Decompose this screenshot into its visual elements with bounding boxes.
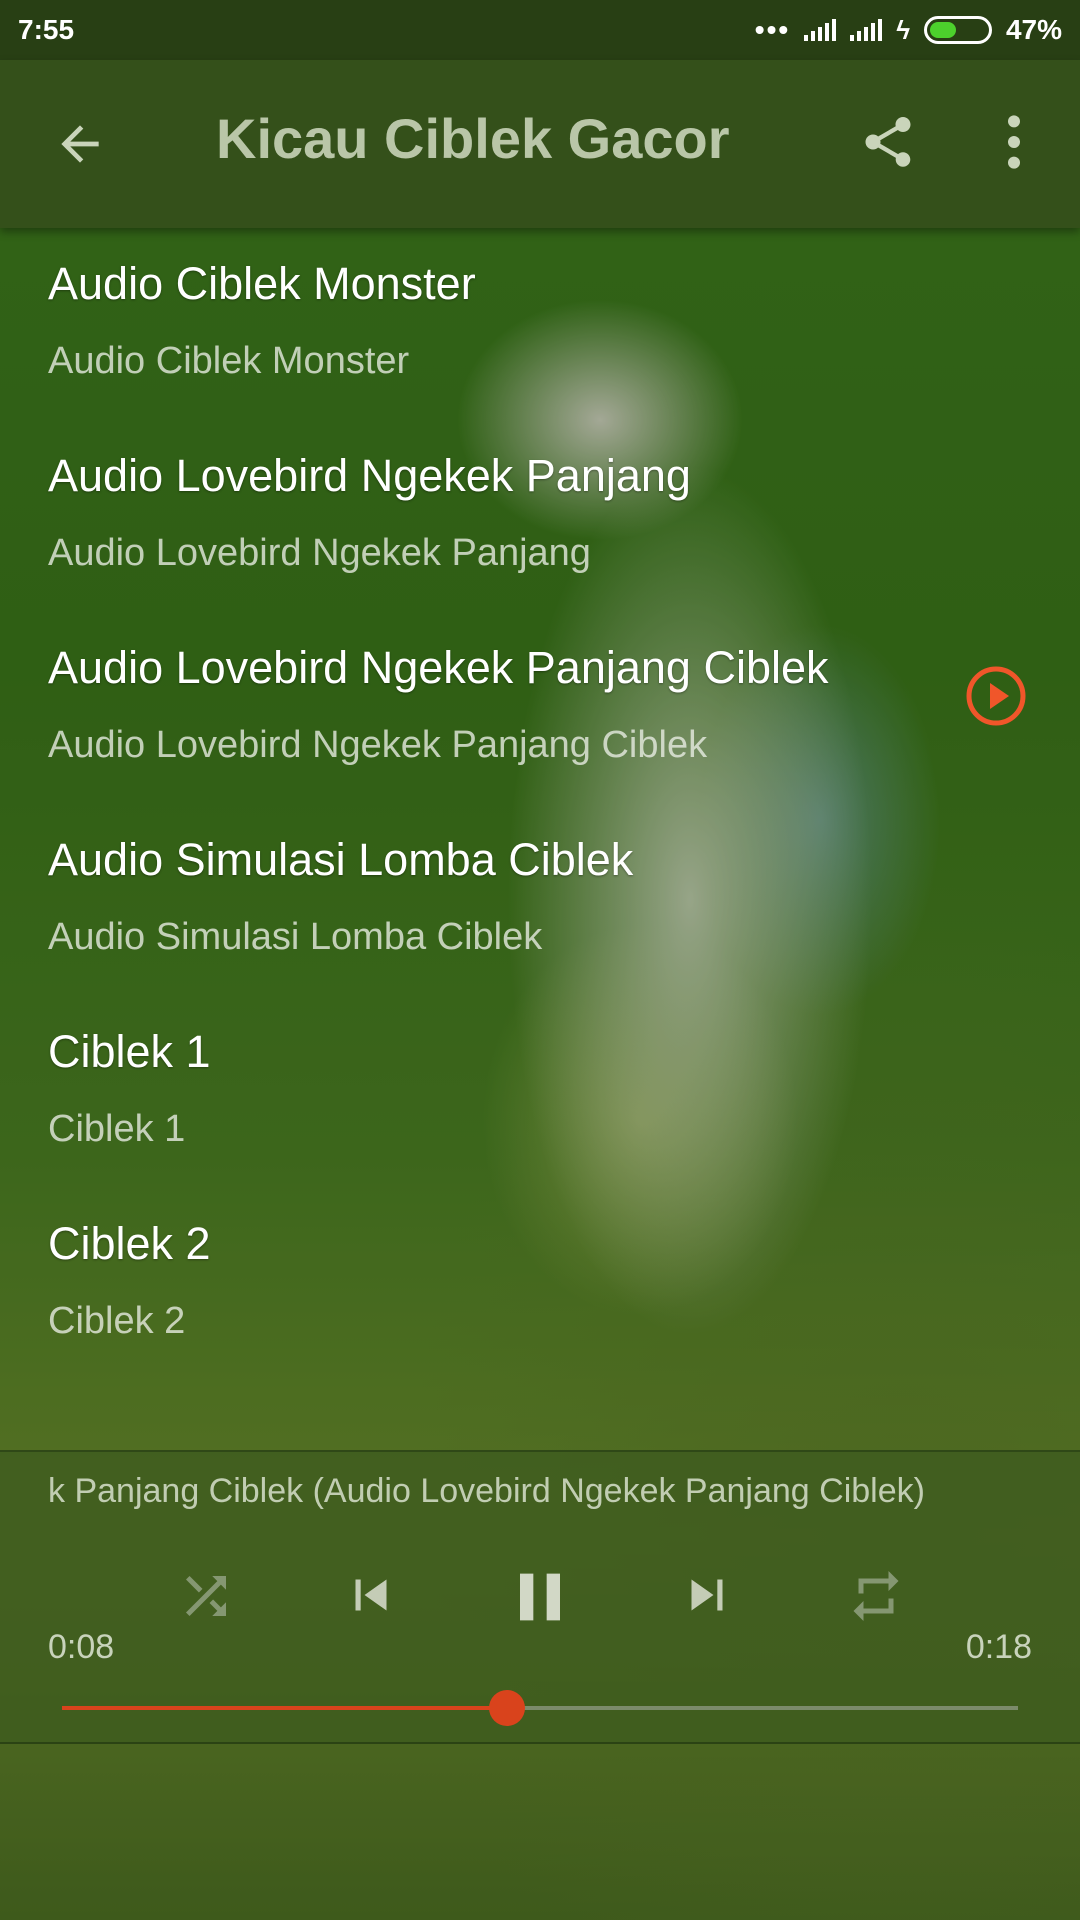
seek-bar[interactable]: [62, 1690, 1018, 1726]
skip-next-icon[interactable]: [676, 1562, 738, 1628]
repeat-icon[interactable]: [846, 1566, 906, 1626]
list-item[interactable]: Audio Lovebird Ngekek Panjang Audio Love…: [0, 420, 1080, 612]
track-list: Audio Ciblek Monster Audio Ciblek Monste…: [0, 228, 1080, 1380]
list-item[interactable]: Ciblek 2 Ciblek 2: [0, 1188, 1080, 1380]
list-item[interactable]: Audio Ciblek Monster Audio Ciblek Monste…: [0, 228, 1080, 420]
battery-icon: [923, 16, 992, 44]
now-playing-icon: [966, 666, 1026, 726]
signal-icon: [804, 19, 837, 41]
list-item[interactable]: Audio Lovebird Ngekek Panjang Ciblek Aud…: [0, 612, 1080, 804]
battery-percent: 47%: [1005, 14, 1062, 45]
player-panel: k Panjang Ciblek (Audio Lovebird Ngekek …: [0, 1450, 1080, 1744]
track-title: Audio Simulasi Lomba Ciblek: [48, 834, 634, 885]
shuffle-icon[interactable]: [176, 1566, 236, 1626]
seek-progress: [62, 1706, 508, 1710]
track-title: Ciblek 1: [48, 1026, 211, 1077]
track-subtitle: Ciblek 2: [48, 1300, 186, 1342]
battery-level: [929, 22, 957, 38]
status-bar: 7:55 ••• ϟ 47%: [0, 0, 1080, 60]
more-dots-icon: •••: [754, 14, 791, 45]
track-title: Audio Ciblek Monster: [48, 258, 476, 309]
more-vert-icon[interactable]: [996, 112, 1032, 172]
track-title: Ciblek 2: [48, 1218, 211, 1269]
track-subtitle: Audio Lovebird Ngekek Panjang: [48, 532, 591, 574]
status-time: 7:55: [18, 14, 75, 45]
track-subtitle: Ciblek 1: [48, 1108, 186, 1150]
app-bar: Kicau Ciblek Gacor: [0, 60, 1080, 228]
track-subtitle: Audio Ciblek Monster: [48, 340, 410, 382]
skip-previous-icon[interactable]: [340, 1562, 402, 1628]
page-title: Kicau Ciblek Gacor: [216, 107, 730, 170]
list-item[interactable]: Ciblek 1 Ciblek 1: [0, 996, 1080, 1188]
now-playing-title: k Panjang Ciblek (Audio Lovebird Ngekek …: [48, 1472, 925, 1510]
seek-thumb[interactable]: [489, 1690, 526, 1726]
charging-icon: ϟ: [896, 14, 910, 45]
list-item[interactable]: Audio Simulasi Lomba Ciblek Audio Simula…: [0, 804, 1080, 996]
total-time: 0:18: [965, 1628, 1032, 1666]
pause-icon[interactable]: [500, 1556, 580, 1638]
track-subtitle: Audio Simulasi Lomba Ciblek: [48, 916, 543, 958]
arrow-back-icon[interactable]: [52, 116, 108, 172]
track-title: Audio Lovebird Ngekek Panjang Ciblek: [48, 642, 829, 693]
share-icon[interactable]: [858, 110, 918, 174]
elapsed-time: 0:08: [48, 1628, 115, 1666]
track-subtitle: Audio Lovebird Ngekek Panjang Ciblek: [48, 724, 708, 766]
signal-icon: [850, 19, 883, 41]
status-icons: ••• ϟ 47%: [755, 14, 1062, 46]
track-title: Audio Lovebird Ngekek Panjang: [48, 450, 691, 501]
